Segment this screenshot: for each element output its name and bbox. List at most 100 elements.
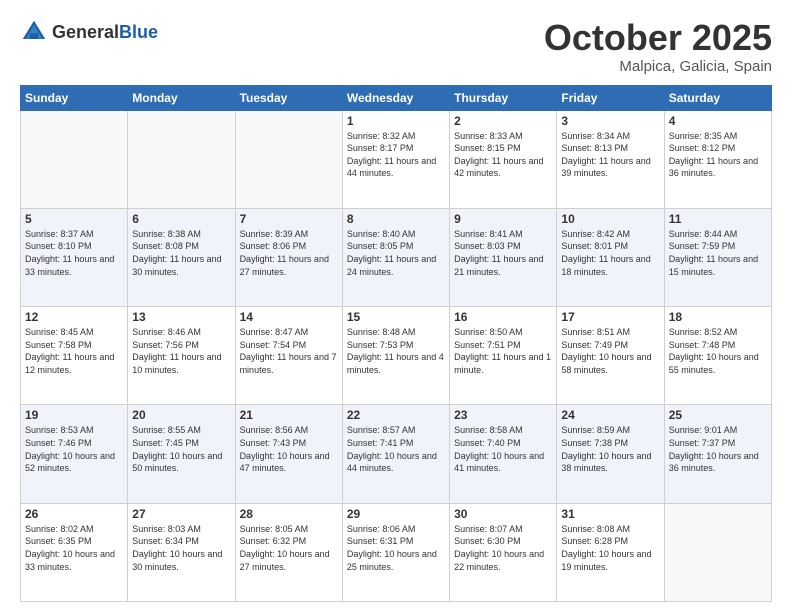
day-number: 11 bbox=[669, 212, 767, 226]
table-row: 17 Sunrise: 8:51 AM Sunset: 7:49 PM Dayli… bbox=[557, 307, 664, 405]
day-number: 24 bbox=[561, 408, 659, 422]
day-info: Sunrise: 9:01 AM Sunset: 7:37 PM Dayligh… bbox=[669, 424, 767, 474]
table-row: 1 Sunrise: 8:32 AM Sunset: 8:17 PM Daylig… bbox=[342, 110, 449, 208]
table-row: 16Sunrise: 8:50 AM Sunset: 7:51 PM Dayli… bbox=[450, 307, 557, 405]
day-info: Sunrise: 8:42 AM Sunset: 8:01 PM Dayligh… bbox=[561, 228, 659, 278]
table-row: 9 Sunrise: 8:41 AM Sunset: 8:03 PM Daylig… bbox=[450, 208, 557, 306]
calendar-week-row: 26 Sunrise: 8:02 AM Sunset: 6:35 PM Dayli… bbox=[21, 503, 772, 601]
table-row: 3 Sunrise: 8:34 AM Sunset: 8:13 PM Daylig… bbox=[557, 110, 664, 208]
day-number: 23 bbox=[454, 408, 552, 422]
day-info: Sunrise: 8:07 AM Sunset: 6:30 PM Dayligh… bbox=[454, 523, 552, 573]
day-info: Sunrise: 8:59 AM Sunset: 7:38 PM Dayligh… bbox=[561, 424, 659, 474]
day-number: 8 bbox=[347, 212, 445, 226]
day-info: Sunrise: 8:39 AM Sunset: 8:06 PM Dayligh… bbox=[240, 228, 338, 278]
table-row bbox=[128, 110, 235, 208]
table-row: 21Sunrise: 8:56 AM Sunset: 7:43 PM Dayli… bbox=[235, 405, 342, 503]
table-row: 18Sunrise: 8:52 AM Sunset: 7:48 PM Dayli… bbox=[664, 307, 771, 405]
day-info: Sunrise: 8:02 AM Sunset: 6:35 PM Dayligh… bbox=[25, 523, 123, 573]
day-info: Sunrise: 8:08 AM Sunset: 6:28 PM Dayligh… bbox=[561, 523, 659, 573]
day-number: 27 bbox=[132, 507, 230, 521]
day-info: Sunrise: 8:38 AM Sunset: 8:08 PM Dayligh… bbox=[132, 228, 230, 278]
calendar-header-row: Sunday Monday Tuesday Wednesday Thursday… bbox=[21, 85, 772, 110]
page: GeneralBlue October 2025 Malpica, Galici… bbox=[0, 0, 792, 612]
table-row: 19 Sunrise: 8:53 AM Sunset: 7:46 PM Dayli… bbox=[21, 405, 128, 503]
day-info: Sunrise: 8:33 AM Sunset: 8:15 PM Dayligh… bbox=[454, 130, 552, 180]
col-saturday: Saturday bbox=[664, 85, 771, 110]
table-row: 12Sunrise: 8:45 AM Sunset: 7:58 PM Dayli… bbox=[21, 307, 128, 405]
day-info: Sunrise: 8:51 AM Sunset: 7:49 PM Dayligh… bbox=[561, 326, 659, 376]
day-info: Sunrise: 8:45 AM Sunset: 7:58 PM Dayligh… bbox=[25, 326, 123, 376]
logo-icon bbox=[20, 18, 48, 46]
table-row: 24 Sunrise: 8:59 AM Sunset: 7:38 PM Dayli… bbox=[557, 405, 664, 503]
day-number: 31 bbox=[561, 507, 659, 521]
day-number: 20 bbox=[132, 408, 230, 422]
day-number: 2 bbox=[454, 114, 552, 128]
table-row: 13 Sunrise: 8:46 AM Sunset: 7:56 PM Dayli… bbox=[128, 307, 235, 405]
table-row: 8 Sunrise: 8:40 AM Sunset: 8:05 PM Daylig… bbox=[342, 208, 449, 306]
day-info: Sunrise: 8:40 AM Sunset: 8:05 PM Dayligh… bbox=[347, 228, 445, 278]
day-info: Sunrise: 8:41 AM Sunset: 8:03 PM Dayligh… bbox=[454, 228, 552, 278]
logo: GeneralBlue bbox=[20, 18, 158, 46]
calendar-week-row: 1 Sunrise: 8:32 AM Sunset: 8:17 PM Daylig… bbox=[21, 110, 772, 208]
table-row: 26 Sunrise: 8:02 AM Sunset: 6:35 PM Dayli… bbox=[21, 503, 128, 601]
calendar-week-row: 19 Sunrise: 8:53 AM Sunset: 7:46 PM Dayli… bbox=[21, 405, 772, 503]
day-info: Sunrise: 8:55 AM Sunset: 7:45 PM Dayligh… bbox=[132, 424, 230, 474]
logo-general: General bbox=[52, 22, 119, 42]
day-number: 4 bbox=[669, 114, 767, 128]
day-info: Sunrise: 8:03 AM Sunset: 6:34 PM Dayligh… bbox=[132, 523, 230, 573]
day-number: 26 bbox=[25, 507, 123, 521]
calendar-week-row: 12Sunrise: 8:45 AM Sunset: 7:58 PM Dayli… bbox=[21, 307, 772, 405]
col-sunday: Sunday bbox=[21, 85, 128, 110]
table-row bbox=[235, 110, 342, 208]
table-row: 10 Sunrise: 8:42 AM Sunset: 8:01 PM Dayli… bbox=[557, 208, 664, 306]
location-title: Malpica, Galicia, Spain bbox=[544, 58, 772, 75]
logo-blue: Blue bbox=[119, 22, 158, 42]
day-number: 17 bbox=[561, 310, 659, 324]
day-info: Sunrise: 8:32 AM Sunset: 8:17 PM Dayligh… bbox=[347, 130, 445, 180]
day-number: 7 bbox=[240, 212, 338, 226]
table-row: 7 Sunrise: 8:39 AM Sunset: 8:06 PM Daylig… bbox=[235, 208, 342, 306]
day-info: Sunrise: 8:48 AM Sunset: 7:53 PM Dayligh… bbox=[347, 326, 445, 376]
month-title: October 2025 bbox=[544, 18, 772, 58]
col-friday: Friday bbox=[557, 85, 664, 110]
table-row bbox=[664, 503, 771, 601]
table-row: 6Sunrise: 8:38 AM Sunset: 8:08 PM Daylig… bbox=[128, 208, 235, 306]
day-info: Sunrise: 8:44 AM Sunset: 7:59 PM Dayligh… bbox=[669, 228, 767, 278]
table-row: 25Sunrise: 9:01 AM Sunset: 7:37 PM Dayli… bbox=[664, 405, 771, 503]
day-number: 28 bbox=[240, 507, 338, 521]
day-info: Sunrise: 8:46 AM Sunset: 7:56 PM Dayligh… bbox=[132, 326, 230, 376]
table-row: 20 Sunrise: 8:55 AM Sunset: 7:45 PM Dayli… bbox=[128, 405, 235, 503]
day-info: Sunrise: 8:53 AM Sunset: 7:46 PM Dayligh… bbox=[25, 424, 123, 474]
table-row: 23 Sunrise: 8:58 AM Sunset: 7:40 PM Dayli… bbox=[450, 405, 557, 503]
table-row: 14Sunrise: 8:47 AM Sunset: 7:54 PM Dayli… bbox=[235, 307, 342, 405]
day-number: 1 bbox=[347, 114, 445, 128]
day-info: Sunrise: 8:56 AM Sunset: 7:43 PM Dayligh… bbox=[240, 424, 338, 474]
calendar: Sunday Monday Tuesday Wednesday Thursday… bbox=[20, 85, 772, 602]
day-number: 13 bbox=[132, 310, 230, 324]
table-row: 29Sunrise: 8:06 AM Sunset: 6:31 PM Dayli… bbox=[342, 503, 449, 601]
header: GeneralBlue October 2025 Malpica, Galici… bbox=[20, 18, 772, 75]
day-number: 30 bbox=[454, 507, 552, 521]
day-number: 10 bbox=[561, 212, 659, 226]
day-info: Sunrise: 8:57 AM Sunset: 7:41 PM Dayligh… bbox=[347, 424, 445, 474]
table-row: 31 Sunrise: 8:08 AM Sunset: 6:28 PM Dayli… bbox=[557, 503, 664, 601]
table-row bbox=[21, 110, 128, 208]
day-number: 14 bbox=[240, 310, 338, 324]
day-number: 16 bbox=[454, 310, 552, 324]
table-row: 5Sunrise: 8:37 AM Sunset: 8:10 PM Daylig… bbox=[21, 208, 128, 306]
day-number: 19 bbox=[25, 408, 123, 422]
table-row: 27 Sunrise: 8:03 AM Sunset: 6:34 PM Dayli… bbox=[128, 503, 235, 601]
day-number: 9 bbox=[454, 212, 552, 226]
title-block: October 2025 Malpica, Galicia, Spain bbox=[544, 18, 772, 75]
day-info: Sunrise: 8:34 AM Sunset: 8:13 PM Dayligh… bbox=[561, 130, 659, 180]
day-info: Sunrise: 8:05 AM Sunset: 6:32 PM Dayligh… bbox=[240, 523, 338, 573]
col-tuesday: Tuesday bbox=[235, 85, 342, 110]
day-info: Sunrise: 8:58 AM Sunset: 7:40 PM Dayligh… bbox=[454, 424, 552, 474]
day-info: Sunrise: 8:35 AM Sunset: 8:12 PM Dayligh… bbox=[669, 130, 767, 180]
table-row: 30 Sunrise: 8:07 AM Sunset: 6:30 PM Dayli… bbox=[450, 503, 557, 601]
table-row: 28 Sunrise: 8:05 AM Sunset: 6:32 PM Dayli… bbox=[235, 503, 342, 601]
day-info: Sunrise: 8:06 AM Sunset: 6:31 PM Dayligh… bbox=[347, 523, 445, 573]
day-info: Sunrise: 8:37 AM Sunset: 8:10 PM Dayligh… bbox=[25, 228, 123, 278]
day-number: 3 bbox=[561, 114, 659, 128]
table-row: 11 Sunrise: 8:44 AM Sunset: 7:59 PM Dayli… bbox=[664, 208, 771, 306]
